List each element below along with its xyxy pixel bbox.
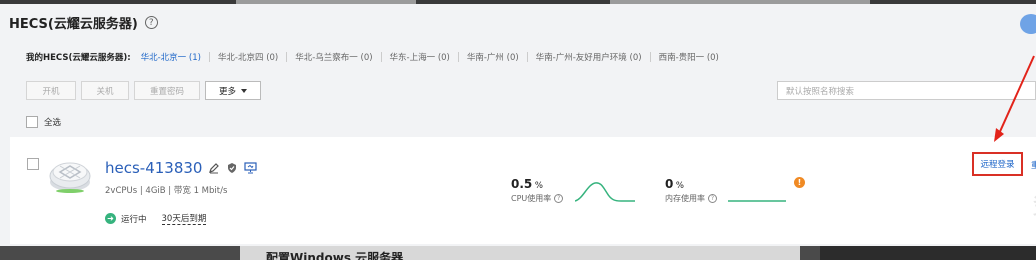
select-all[interactable]: 全选 — [26, 116, 61, 128]
action-toolbar: 开机 关机 重置密码 更多 — [26, 81, 261, 100]
cpu-metric: 0.5 % CPU使用率? — [511, 177, 564, 204]
memory-help-icon[interactable]: ? — [708, 194, 717, 203]
background-card: 配置Windows 云服务器 — [240, 246, 800, 260]
status-text: 运行中 — [121, 214, 147, 225]
cpu-unit: % — [534, 181, 543, 191]
annotation-arrow — [994, 55, 1035, 142]
region-guangzhou[interactable]: 华南-广州 (0) — [467, 51, 519, 63]
select-all-checkbox[interactable] — [26, 116, 38, 128]
region-guangzhou-friendly[interactable]: 华南-广州-友好用户环境 (0) — [536, 51, 642, 63]
region-filter: 我的HECS(云耀云服务器): 华北-北京一 (1) 华北-北京四 (0) 华北… — [26, 51, 719, 63]
server-status: ➜ 运行中 30天后到期 — [105, 212, 207, 225]
power-on-button[interactable]: 开机 — [26, 81, 76, 100]
server-name-link[interactable]: hecs-413830 — [105, 159, 202, 177]
region-beijing4[interactable]: 华北-北京四 (0) — [218, 51, 278, 63]
page-title: HECS(云耀云服务器) ? — [9, 13, 158, 32]
server-spec: 2vCPUs | 4GiB | 带宽 1 Mbit/s — [105, 186, 228, 196]
region-beijing1[interactable]: 华北-北京一 (1) — [141, 51, 201, 63]
power-off-button[interactable]: 关机 — [81, 81, 129, 100]
region-ulanqab1[interactable]: 华北-乌兰察布一 (0) — [295, 51, 372, 63]
remote-login-button[interactable]: 远程登录 — [972, 152, 1023, 176]
memory-label: 内存使用率 — [665, 194, 705, 203]
cpu-label: CPU使用率 — [511, 194, 552, 203]
expire-text[interactable]: 30天后到期 — [161, 212, 207, 225]
cpu-value: 0.5 — [511, 177, 533, 191]
region-guiyang1[interactable]: 西南-贵阳一 (0) — [659, 51, 719, 63]
warning-icon[interactable]: ! — [794, 177, 805, 188]
server-name: hecs-413830 — [105, 159, 258, 177]
edit-icon[interactable] — [208, 162, 220, 174]
reset-password-button[interactable]: 重置密码 — [134, 81, 200, 100]
server-checkbox[interactable] — [27, 158, 39, 170]
more-dropdown-button[interactable]: 更多 — [205, 81, 261, 100]
cpu-help-icon[interactable]: ? — [554, 194, 564, 203]
memory-value: 0 — [665, 177, 674, 191]
background-heading: 配置Windows 云服务器 — [266, 251, 404, 260]
region-filter-label: 我的HECS(云耀云服务器): — [26, 53, 131, 63]
chevron-down-icon — [241, 88, 247, 93]
memory-sparkline — [728, 200, 786, 202]
background-glyph: 劣 — [1032, 182, 1036, 222]
monitor-icon[interactable] — [244, 162, 258, 174]
background-bottom-strip: 配置Windows 云服务器 — [0, 246, 1036, 260]
shield-icon[interactable] — [226, 162, 238, 174]
cpu-sparkline — [575, 182, 635, 202]
cloud-assistant-icon[interactable] — [1020, 14, 1036, 34]
help-icon[interactable]: ? — [144, 16, 158, 29]
more-actions-link[interactable]: 重 — [1031, 159, 1036, 171]
region-shanghai1[interactable]: 华东-上海一 (0) — [390, 51, 450, 63]
memory-unit: % — [675, 181, 684, 191]
hecs-panel: HECS(云耀云服务器) ? 我的HECS(云耀云服务器): 华北-北京一 (1… — [0, 4, 1036, 246]
memory-metric: 0 % 内存使用率? — [665, 177, 717, 204]
server-card: hecs-413830 2vCPUs | 4GiB | 带宽 1 Mbit/s … — [10, 137, 1036, 244]
server-icon — [49, 162, 91, 193]
running-icon: ➜ — [105, 213, 116, 224]
